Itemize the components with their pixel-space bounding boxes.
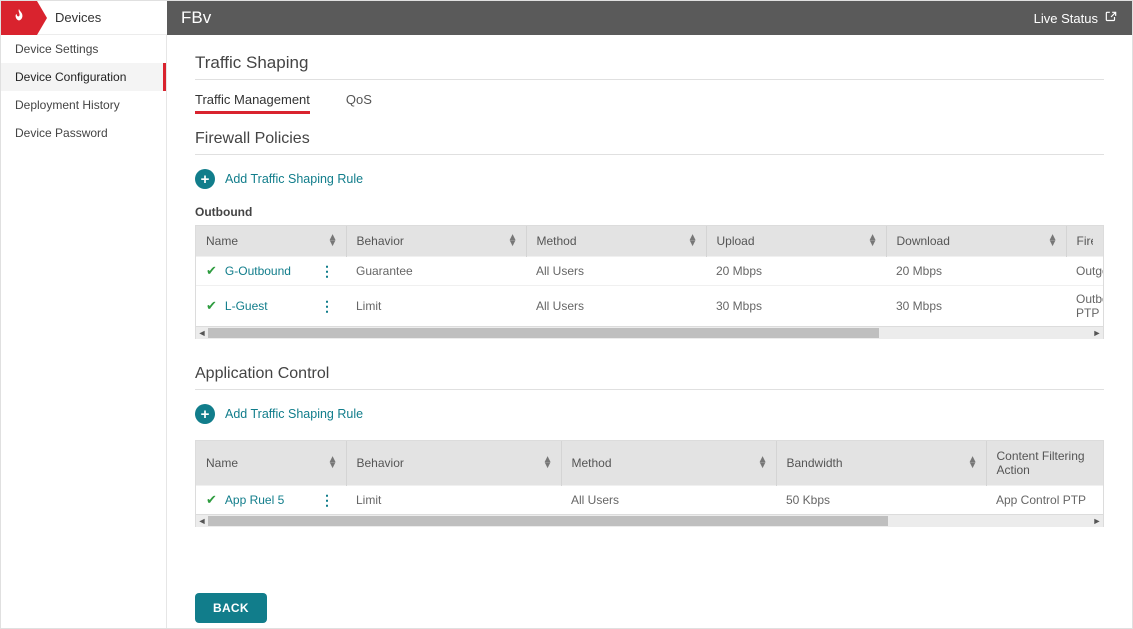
sidebar-item-device-password[interactable]: Device Password: [1, 119, 166, 147]
sidebar-item-label: Device Settings: [15, 42, 98, 56]
sidebar-item-label: Device Configuration: [15, 70, 126, 84]
cell-bandwidth: 50 Kbps: [776, 486, 986, 515]
scroll-left-icon[interactable]: ◄: [196, 515, 208, 527]
cell-behavior: Limit: [346, 486, 561, 515]
sidebar-item-label: Device Password: [15, 126, 108, 140]
section-title-application-control: Application Control: [195, 365, 1104, 390]
check-icon: ✔: [206, 263, 217, 279]
add-rule-label: Add Traffic Shaping Rule: [225, 407, 363, 421]
fire-icon: [12, 9, 26, 28]
tab-qos[interactable]: QoS: [346, 92, 372, 114]
sort-icon: ▲▼: [543, 457, 553, 469]
cell-policy: Outbound PTP: [1066, 286, 1103, 327]
cell-method: All Users: [526, 257, 706, 286]
table-row: ✔ G-Outbound ⋮ Guarantee All Users 20 Mb…: [196, 257, 1103, 286]
sort-icon: ▲▼: [508, 235, 518, 247]
rule-name-link[interactable]: App Ruel 5: [225, 493, 284, 507]
col-name[interactable]: Name▲▼: [196, 441, 346, 486]
external-link-icon: [1104, 10, 1118, 27]
col-download[interactable]: Download▲▼: [886, 226, 1066, 257]
page-title: FBv: [181, 8, 211, 28]
firewall-table: Name▲▼ Behavior▲▼ Method▲▼ Upload▲▼ Down…: [195, 225, 1104, 339]
sidebar-item-device-configuration[interactable]: Device Configuration: [1, 63, 166, 91]
section-title-traffic-shaping: Traffic Shaping: [195, 53, 1104, 80]
cell-download: 30 Mbps: [886, 286, 1066, 327]
sidebar-item-device-settings[interactable]: Device Settings: [1, 35, 166, 63]
col-bandwidth[interactable]: Bandwidth▲▼: [776, 441, 986, 486]
horizontal-scrollbar[interactable]: ◄ ►: [196, 514, 1103, 526]
live-status-link[interactable]: Live Status: [1034, 10, 1118, 27]
rule-name-link[interactable]: G-Outbound: [225, 264, 291, 278]
sidebar: Device Settings Device Configuration Dep…: [1, 35, 167, 628]
col-behavior[interactable]: Behavior▲▼: [346, 226, 526, 257]
table-row: ✔ L-Guest ⋮ Limit All Users 30 Mbps 30 M…: [196, 286, 1103, 327]
scroll-left-icon[interactable]: ◄: [196, 327, 208, 339]
appcontrol-table: Name▲▼ Behavior▲▼ Method▲▼ Bandwidth▲▼ C…: [195, 440, 1104, 527]
col-method[interactable]: Method▲▼: [526, 226, 706, 257]
tab-label: Traffic Management: [195, 92, 310, 107]
check-icon: ✔: [206, 298, 217, 314]
sort-icon: ▲▼: [688, 235, 698, 247]
group-label-outbound: Outbound: [195, 205, 1104, 219]
col-content-filtering-action[interactable]: Content Filtering Action: [986, 441, 1103, 486]
kebab-icon[interactable]: ⋮: [320, 492, 334, 509]
rule-name-link[interactable]: L-Guest: [225, 299, 268, 313]
horizontal-scrollbar[interactable]: ◄ ►: [196, 326, 1103, 338]
plus-icon: +: [195, 169, 215, 189]
breadcrumb-devices[interactable]: Devices: [37, 1, 167, 35]
sort-icon: ▲▼: [758, 457, 768, 469]
add-appcontrol-rule-button[interactable]: + Add Traffic Shaping Rule: [195, 404, 1104, 424]
cell-behavior: Limit: [346, 286, 526, 327]
cell-upload: 30 Mbps: [706, 286, 886, 327]
kebab-icon[interactable]: ⋮: [320, 298, 334, 315]
cell-method: All Users: [561, 486, 776, 515]
cell-method: All Users: [526, 286, 706, 327]
sidebar-item-deployment-history[interactable]: Deployment History: [1, 91, 166, 119]
sort-icon: ▲▼: [1048, 235, 1058, 247]
sort-icon: ▲▼: [868, 235, 878, 247]
main-content: Traffic Shaping Traffic Management QoS F…: [167, 35, 1132, 628]
scroll-right-icon[interactable]: ►: [1091, 515, 1103, 527]
sidebar-item-label: Deployment History: [15, 98, 120, 112]
cell-policy: Outgoing: [1066, 257, 1103, 286]
tab-label: QoS: [346, 92, 372, 107]
cell-download: 20 Mbps: [886, 257, 1066, 286]
scroll-right-icon[interactable]: ►: [1091, 327, 1103, 339]
back-button-label: BACK: [213, 601, 249, 615]
col-upload[interactable]: Upload▲▼: [706, 226, 886, 257]
cell-upload: 20 Mbps: [706, 257, 886, 286]
cell-action: App Control PTP: [986, 486, 1103, 515]
firewall-crumb-icon[interactable]: [1, 1, 37, 35]
add-rule-label: Add Traffic Shaping Rule: [225, 172, 363, 186]
sort-icon: ▲▼: [968, 457, 978, 469]
tab-traffic-management[interactable]: Traffic Management: [195, 92, 310, 114]
col-behavior[interactable]: Behavior▲▼: [346, 441, 561, 486]
check-icon: ✔: [206, 492, 217, 508]
section-title-firewall-policies: Firewall Policies: [195, 130, 1104, 155]
live-status-label: Live Status: [1034, 11, 1098, 26]
kebab-icon[interactable]: ⋮: [320, 263, 334, 280]
sort-icon: ▲▼: [328, 235, 338, 247]
table-row: ✔ App Ruel 5 ⋮ Limit All Users 50 Kbps A…: [196, 486, 1103, 515]
col-name[interactable]: Name▲▼: [196, 226, 346, 257]
cell-behavior: Guarantee: [346, 257, 526, 286]
plus-icon: +: [195, 404, 215, 424]
breadcrumb-label: Devices: [55, 10, 101, 25]
sort-icon: ▲▼: [328, 457, 338, 469]
col-method[interactable]: Method▲▼: [561, 441, 776, 486]
back-button[interactable]: BACK: [195, 593, 267, 623]
col-firewall-policies[interactable]: Firewall Policies: [1066, 226, 1103, 257]
add-firewall-rule-button[interactable]: + Add Traffic Shaping Rule: [195, 169, 1104, 189]
